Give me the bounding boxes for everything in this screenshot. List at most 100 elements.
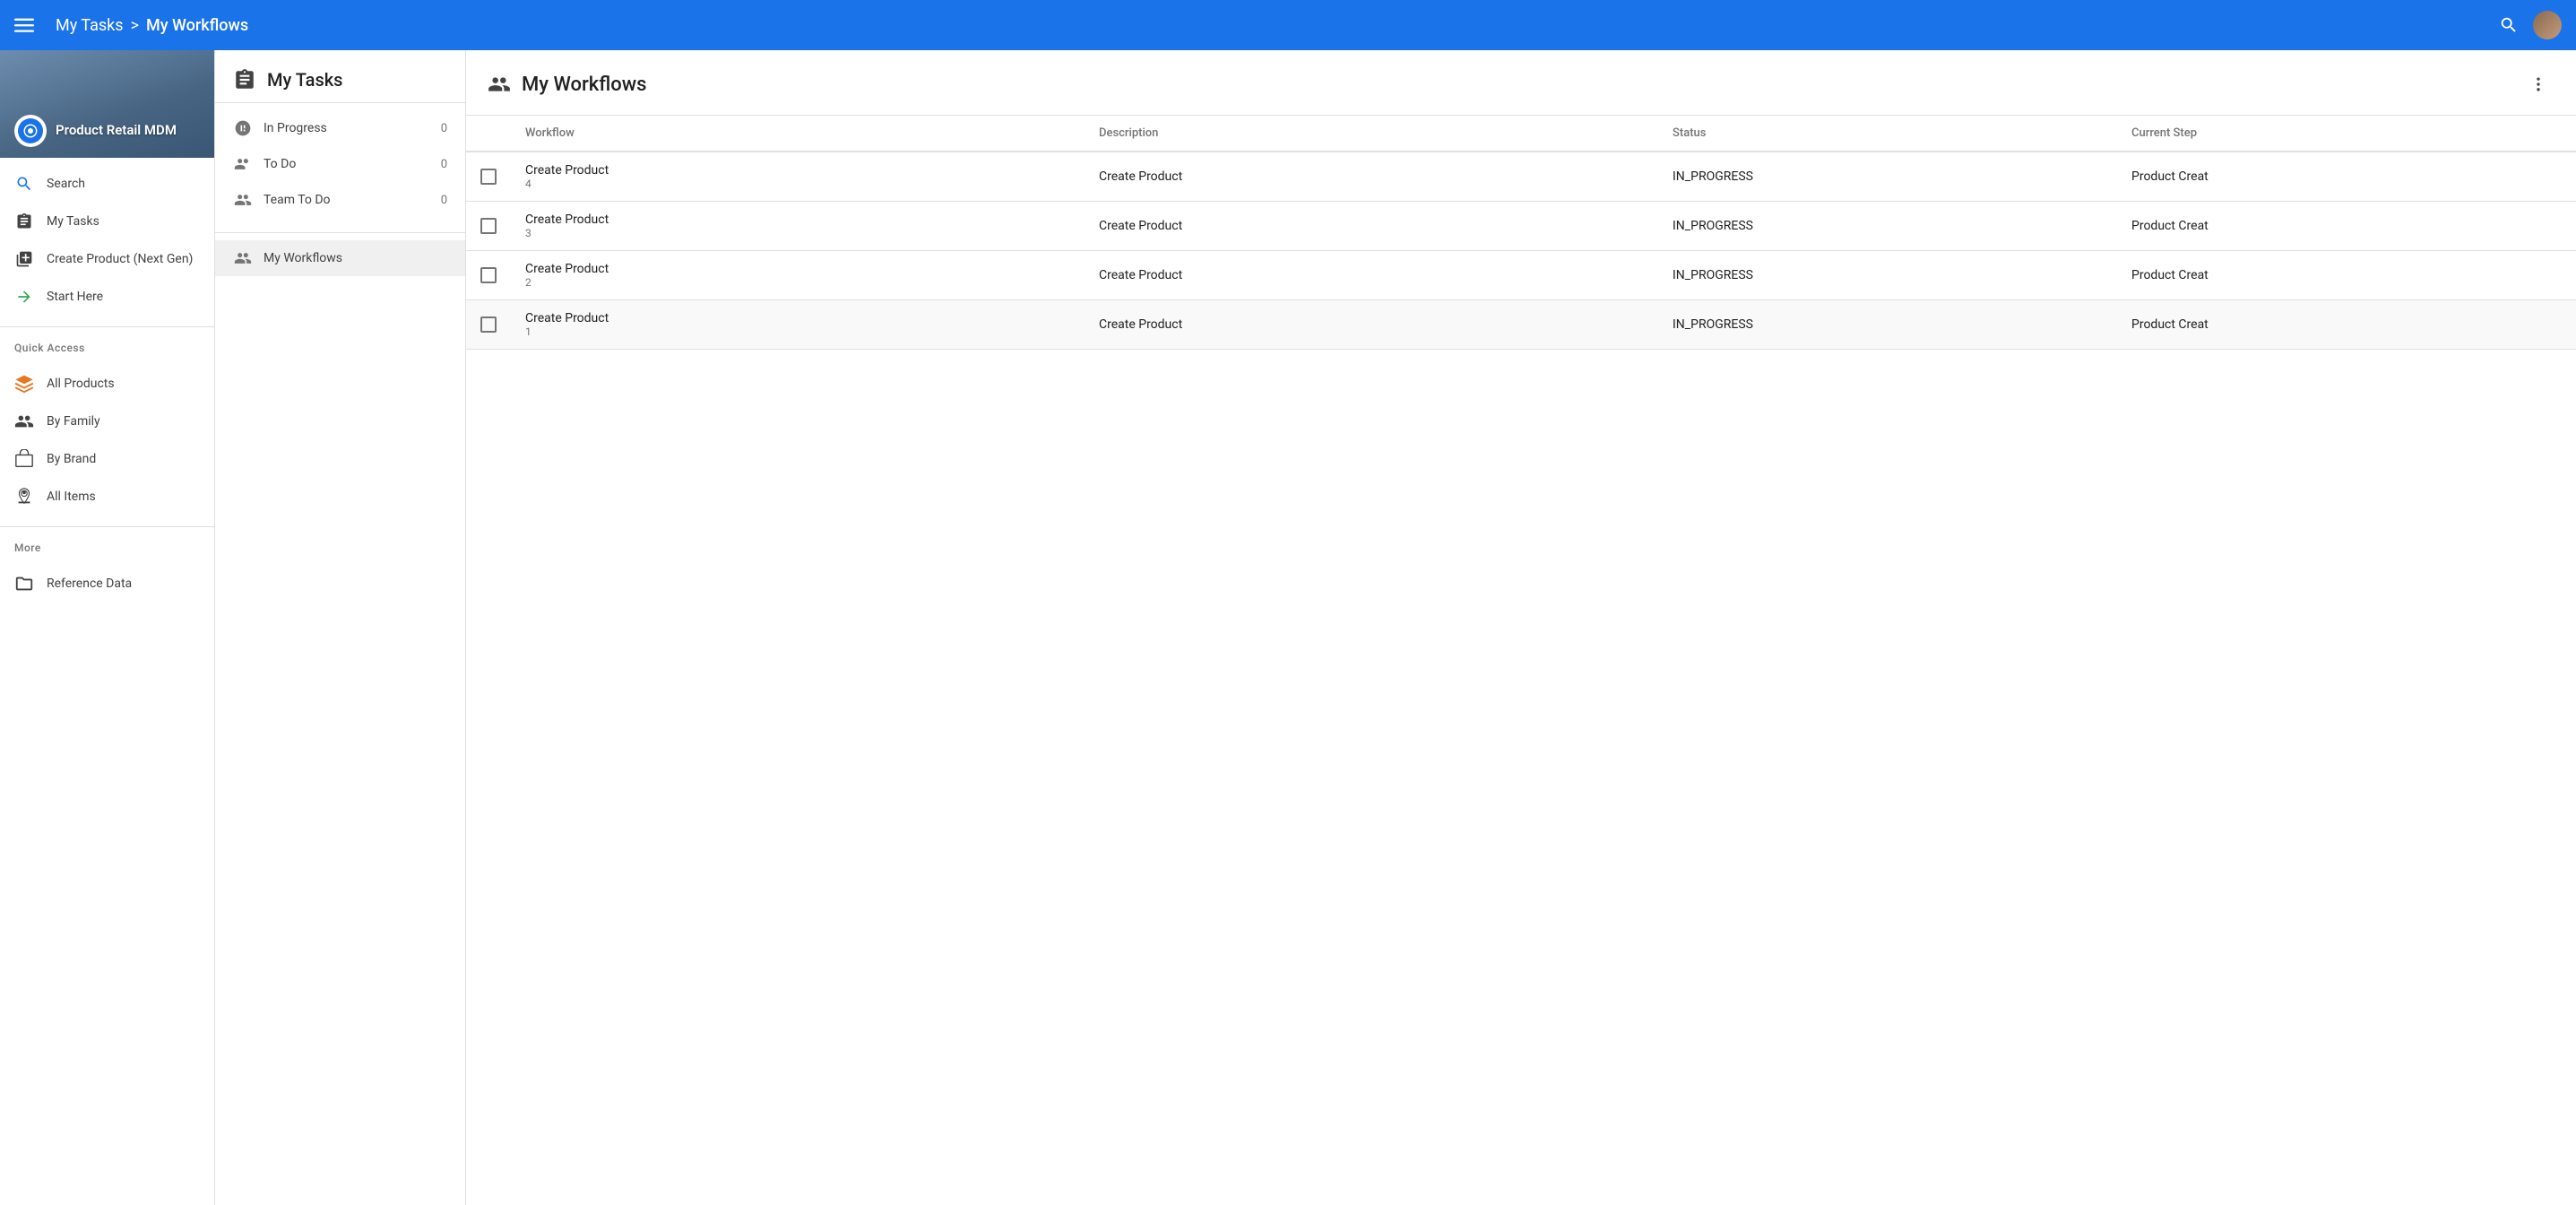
sidebar-item-reference-data[interactable]: Reference Data	[0, 565, 214, 602]
task-item-team-todo[interactable]: Team To Do 0	[215, 182, 465, 218]
sidebar-brand: Product Retail MDM	[0, 50, 214, 158]
workflow-num: 2	[525, 276, 1070, 289]
workflow-item-my-workflows[interactable]: My Workflows	[215, 240, 465, 276]
sidebar-item-all-products-label: All Products	[47, 377, 115, 391]
breadcrumb-current: My Workflows	[146, 16, 248, 35]
avatar[interactable]	[2533, 11, 2562, 39]
workflow-name: Create Product	[525, 212, 1070, 227]
middle-panel-title: My Tasks	[267, 69, 342, 91]
all-items-icon	[14, 487, 34, 507]
row-checkbox[interactable]	[480, 169, 497, 185]
task-item-todo[interactable]: To Do 0	[215, 146, 465, 182]
sidebar-item-by-brand-label: By Brand	[47, 452, 96, 466]
task-item-team-todo-label: Team To Do	[264, 193, 430, 207]
task-item-in-progress-label: In Progress	[264, 121, 430, 135]
brand-title: Product Retail MDM	[56, 122, 177, 140]
row-checkbox[interactable]	[480, 267, 497, 283]
sidebar-item-start-here[interactable]: Start Here	[0, 278, 214, 316]
start-here-icon	[14, 287, 34, 307]
sidebar-item-by-family[interactable]: By Family	[0, 403, 214, 440]
row-workflow-cell: Create Product 2	[511, 251, 1085, 300]
row-description-cell: Create Product	[1085, 202, 1658, 251]
sidebar-more: Reference Data	[0, 558, 214, 610]
sidebar-quick-access: All Products By Family	[0, 358, 214, 523]
content-header-title: My Workflows	[522, 74, 2522, 96]
workflow-name: Create Product	[525, 262, 1070, 276]
row-status-cell: IN_PROGRESS	[1658, 202, 2117, 251]
create-product-icon	[14, 249, 34, 269]
breadcrumb-parent[interactable]: My Tasks	[56, 16, 124, 35]
content-header-icon	[488, 73, 511, 96]
sidebar-item-search[interactable]: Search	[0, 165, 214, 203]
workflows-table: Workflow Description Status Current Step…	[466, 116, 2576, 350]
top-header: My Tasks > My Workflows	[0, 0, 2576, 50]
main-layout: Product Retail MDM Search	[0, 50, 2576, 1205]
task-item-in-progress-count: 0	[441, 122, 447, 135]
sidebar-nav: Search My Tasks Create Product (Next	[0, 158, 214, 323]
main-content: My Workflows Workflow Descriptio	[466, 50, 2576, 1205]
table-row[interactable]: Create Product 3 Create Product IN_PROGR…	[466, 202, 2576, 251]
row-checkbox-cell	[466, 251, 511, 300]
brand-logo	[14, 115, 47, 147]
col-header-status: Status	[1658, 116, 2117, 152]
col-header-checkbox	[466, 116, 511, 152]
in-progress-icon	[233, 119, 253, 137]
sidebar-divider-2	[0, 526, 214, 527]
workflow-item-my-workflows-label: My Workflows	[264, 251, 342, 265]
search-icon[interactable]	[2499, 15, 2519, 35]
sidebar-section-quick-access: Quick Access	[0, 331, 214, 358]
sidebar-item-my-tasks-label: My Tasks	[47, 214, 99, 229]
row-workflow-cell: Create Product 1	[511, 300, 1085, 350]
sidebar: Product Retail MDM Search	[0, 50, 215, 1205]
breadcrumb-separator: >	[131, 16, 139, 35]
col-header-step: Current Step	[2117, 116, 2576, 152]
menu-icon[interactable]	[14, 15, 34, 35]
task-item-in-progress[interactable]: In Progress 0	[215, 110, 465, 146]
workflow-num: 3	[525, 227, 1070, 239]
row-checkbox-cell	[466, 202, 511, 251]
workflow-name: Create Product	[525, 311, 1070, 325]
my-tasks-header-icon	[233, 68, 256, 91]
row-current-step-cell: Product Creat	[2117, 300, 2576, 350]
task-section: In Progress 0 To Do 0	[215, 103, 465, 225]
brand-logo-inner	[18, 118, 43, 143]
sidebar-item-all-products[interactable]: All Products	[0, 365, 214, 403]
middle-panel-header: My Tasks	[215, 50, 465, 103]
content-header: My Workflows	[466, 50, 2576, 116]
row-status-cell: IN_PROGRESS	[1658, 251, 2117, 300]
col-header-description: Description	[1085, 116, 1658, 152]
team-todo-icon	[233, 191, 253, 209]
table-row[interactable]: Create Product 4 Create Product IN_PROGR…	[466, 152, 2576, 202]
sidebar-item-all-items-label: All Items	[47, 490, 96, 504]
workflow-num: 4	[525, 178, 1070, 190]
middle-panel: My Tasks In Progress 0	[215, 50, 466, 1205]
sidebar-item-create-product[interactable]: Create Product (Next Gen)	[0, 240, 214, 278]
col-header-workflow: Workflow	[511, 116, 1085, 152]
sidebar-item-by-brand[interactable]: By Brand	[0, 440, 214, 478]
content-header-actions	[2522, 68, 2554, 100]
sidebar-item-start-here-label: Start Here	[47, 290, 103, 304]
sidebar-section-more: More	[0, 531, 214, 558]
row-checkbox-cell	[466, 300, 511, 350]
sidebar-item-all-items[interactable]: All Items	[0, 478, 214, 516]
sidebar-item-create-product-label: Create Product (Next Gen)	[47, 252, 193, 266]
sidebar-item-reference-data-label: Reference Data	[47, 576, 132, 591]
task-item-todo-count: 0	[441, 158, 447, 171]
workflow-num: 1	[525, 325, 1070, 338]
table-header-row: Workflow Description Status Current Step	[466, 116, 2576, 152]
table-body: Create Product 4 Create Product IN_PROGR…	[466, 152, 2576, 350]
row-checkbox[interactable]	[480, 218, 497, 234]
sidebar-item-my-tasks[interactable]: My Tasks	[0, 203, 214, 240]
task-divider	[215, 232, 465, 233]
sidebar-item-search-label: Search	[47, 177, 85, 191]
row-workflow-cell: Create Product 4	[511, 152, 1085, 202]
row-workflow-cell: Create Product 3	[511, 202, 1085, 251]
more-options-button[interactable]	[2522, 68, 2554, 100]
all-products-icon	[14, 374, 34, 394]
reference-data-icon	[14, 574, 34, 594]
table-row[interactable]: Create Product 2 Create Product IN_PROGR…	[466, 251, 2576, 300]
row-checkbox[interactable]	[480, 316, 497, 333]
table-row[interactable]: Create Product 1 Create Product IN_PROGR…	[466, 300, 2576, 350]
row-current-step-cell: Product Creat	[2117, 251, 2576, 300]
row-description-cell: Create Product	[1085, 251, 1658, 300]
